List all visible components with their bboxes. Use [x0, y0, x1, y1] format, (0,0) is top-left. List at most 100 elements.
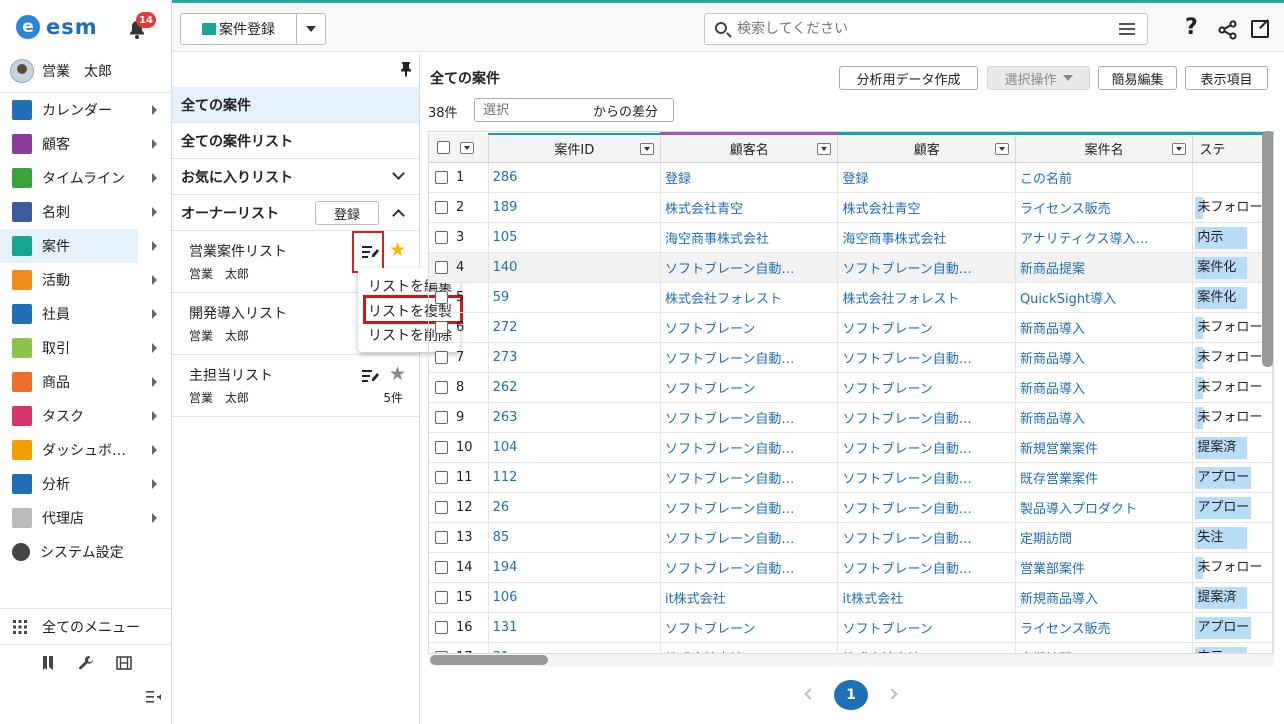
column-menu-icon[interactable]	[817, 143, 832, 155]
deal-name-link[interactable]: 製品導入プロダクト	[1020, 502, 1137, 517]
sidebar-item[interactable]: タスク	[0, 399, 171, 433]
customer-cell[interactable]: ソフトブレーン自動…	[837, 342, 1016, 373]
table-row[interactable]: 1 286 登録 登録 この名前	[429, 162, 1273, 193]
customer-link[interactable]: ソフトブレーン自動…	[842, 442, 971, 457]
customer-cell[interactable]: ソフトブレーン自動…	[837, 522, 1016, 553]
customer-name-link[interactable]: ソフトブレーン自動…	[665, 412, 794, 427]
deal-id-link[interactable]: 273	[493, 350, 518, 365]
customer-name-link[interactable]: 株式会社フォレスト	[665, 292, 782, 307]
deal-name-cell[interactable]: 新商品提案	[1015, 252, 1194, 283]
customer-name-cell[interactable]: ソフトブレーン自動…	[660, 492, 839, 523]
deal-name-link[interactable]: ライセンス販売	[1020, 202, 1111, 217]
sidebar-item[interactable]: 名刺	[0, 195, 171, 229]
col-header-deal-name[interactable]: 案件名	[1015, 132, 1194, 163]
deal-name-cell[interactable]: ライセンス販売	[1015, 192, 1194, 223]
deal-name-cell[interactable]: 営業部案件	[1015, 552, 1194, 583]
table-row[interactable]: 16 131 ソフトブレーン ソフトブレーン ライセンス販売 アプロー	[429, 612, 1273, 643]
deal-id-cell[interactable]: 140	[488, 252, 661, 283]
quick-edit-button[interactable]: 簡易編集	[1098, 66, 1177, 90]
customer-cell[interactable]: 株式会社青空	[837, 192, 1016, 223]
row-checkbox[interactable]	[435, 441, 448, 454]
horizontal-scrollbar[interactable]	[430, 654, 1274, 666]
row-checkbox[interactable]	[435, 291, 448, 304]
customer-cell[interactable]: ソフトブレーン	[837, 372, 1016, 403]
customer-link[interactable]: ソフトブレーン自動…	[842, 532, 971, 547]
column-menu-icon[interactable]	[994, 143, 1009, 155]
sidebar-item[interactable]: 代理店	[0, 501, 171, 535]
customer-link[interactable]: ソフトブレーン自動…	[842, 352, 971, 367]
row-checkbox[interactable]	[435, 171, 448, 184]
bookmark-icon[interactable]	[40, 655, 56, 671]
customer-name-cell[interactable]: 登録	[660, 162, 839, 193]
deal-id-cell[interactable]: 272	[488, 312, 661, 343]
customer-name-link[interactable]: ソフトブレーン	[665, 322, 755, 337]
customer-name-cell[interactable]: ソフトブレーン自動…	[660, 342, 839, 373]
customer-link[interactable]: 株式会社青空	[842, 202, 920, 217]
deal-id-link[interactable]: 106	[493, 590, 518, 605]
owner-register-button[interactable]: 登録	[315, 201, 379, 225]
customer-name-cell[interactable]: ソフトブレーン自動…	[660, 462, 839, 493]
all-menu-button[interactable]: 全てのメニュー	[0, 609, 171, 645]
deal-id-link[interactable]: 112	[493, 470, 518, 485]
deal-id-link[interactable]: 26	[493, 500, 510, 515]
search-filter-icon[interactable]	[1119, 22, 1135, 36]
deal-name-link[interactable]: 定期訪問	[1020, 532, 1072, 547]
deal-id-link[interactable]: 59	[493, 290, 510, 305]
row-checkbox[interactable]	[435, 471, 448, 484]
collapse-sidebar-icon[interactable]	[146, 690, 162, 708]
table-row[interactable]: 15 106 it株式会社 it株式会社 新規商品導入 提案済	[429, 582, 1273, 613]
next-page-icon[interactable]	[886, 688, 898, 700]
customer-link[interactable]: ソフトブレーン自動…	[842, 262, 971, 277]
deal-id-cell[interactable]: 131	[488, 612, 661, 643]
customer-name-link[interactable]: ソフトブレーン自動…	[665, 562, 794, 577]
table-row[interactable]: 1731株式会社大地株式会社大地定期訪問内示	[429, 642, 1273, 653]
sidebar-item[interactable]: タイムライン	[0, 161, 171, 195]
share-icon[interactable]	[1218, 20, 1237, 40]
deal-id-cell[interactable]: 31	[488, 642, 661, 653]
deal-id-cell[interactable]: 26	[488, 492, 661, 523]
current-page-button[interactable]: 1	[834, 680, 868, 710]
table-row[interactable]: 7 273 ソフトブレーン自動… ソフトブレーン自動… 新商品導入 未フォロー	[429, 342, 1273, 373]
owner-section[interactable]: オーナーリスト 登録	[172, 195, 419, 231]
all-deal-lists-item[interactable]: 全ての案件リスト	[172, 123, 419, 159]
register-deal-button[interactable]: 案件登録	[181, 14, 297, 44]
customer-cell[interactable]: ソフトブレーン自動…	[837, 252, 1016, 283]
sidebar-item[interactable]: 顧客	[0, 127, 171, 161]
customer-link[interactable]: 株式会社フォレスト	[842, 292, 959, 307]
customer-name-link[interactable]: ソフトブレーン自動…	[665, 262, 794, 277]
customer-name-link[interactable]: 株式会社青空	[665, 202, 743, 217]
row-checkbox[interactable]	[435, 411, 448, 424]
customer-name-cell[interactable]: ソフトブレーン	[660, 372, 839, 403]
select-menu-icon[interactable]	[459, 141, 474, 154]
customer-link[interactable]: 登録	[842, 172, 868, 187]
customer-name-cell[interactable]: ソフトブレーン自動…	[660, 522, 839, 553]
row-checkbox[interactable]	[435, 561, 448, 574]
row-checkbox[interactable]	[435, 621, 448, 634]
app-logo[interactable]: e esm	[16, 12, 98, 42]
deal-name-cell[interactable]: この名前	[1015, 162, 1194, 193]
customer-cell[interactable]: ソフトブレーン自動…	[837, 552, 1016, 583]
deal-name-link[interactable]: 新商品導入	[1020, 382, 1085, 397]
deal-id-cell[interactable]: 105	[488, 222, 661, 253]
deal-id-cell[interactable]: 85	[488, 522, 661, 553]
row-checkbox[interactable]	[435, 201, 448, 214]
deal-name-link[interactable]: 新商品導入	[1020, 352, 1085, 367]
deal-name-cell[interactable]: 新規商品導入	[1015, 582, 1194, 613]
deal-name-link[interactable]: 新商品導入	[1020, 322, 1085, 337]
deal-id-link[interactable]: 104	[493, 440, 518, 455]
customer-name-cell[interactable]: it株式会社	[660, 582, 839, 613]
deal-name-cell[interactable]: 既存営業案件	[1015, 462, 1194, 493]
customer-cell[interactable]: 株式会社フォレスト	[837, 282, 1016, 313]
customer-name-link[interactable]: ソフトブレーン自動…	[665, 472, 794, 487]
deal-id-link[interactable]: 286	[493, 170, 518, 185]
row-checkbox[interactable]	[435, 351, 448, 364]
deal-id-link[interactable]: 85	[493, 530, 510, 545]
customer-cell[interactable]: ソフトブレーン自動…	[837, 462, 1016, 493]
col-header-customer[interactable]: 顧客	[837, 132, 1016, 163]
customer-name-cell[interactable]: ソフトブレーン自動…	[660, 402, 839, 433]
row-checkbox[interactable]	[435, 591, 448, 604]
edit-list-icon[interactable]	[362, 369, 379, 383]
col-header-customer-name[interactable]: 顧客名	[660, 132, 839, 163]
table-row[interactable]: 12 26 ソフトブレーン自動… ソフトブレーン自動… 製品導入プロダクト アプロー	[429, 492, 1273, 523]
table-row[interactable]: 13 85 ソフトブレーン自動… ソフトブレーン自動… 定期訪問 失注	[429, 522, 1273, 553]
